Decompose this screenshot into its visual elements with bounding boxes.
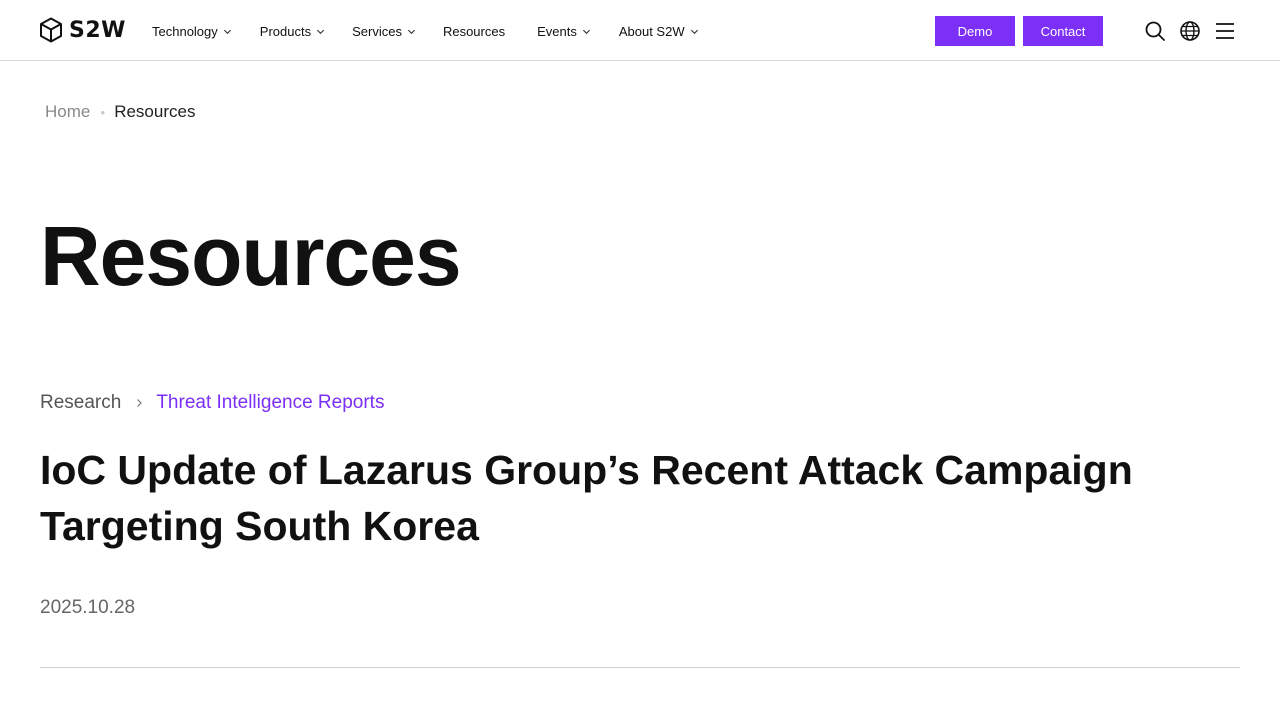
nav-item-services[interactable]: Services (352, 24, 416, 39)
chevron-right-icon (137, 399, 143, 407)
content-divider (40, 667, 1240, 668)
breadcrumb-separator-icon: ● (100, 107, 106, 117)
chevron-down-icon (582, 29, 590, 34)
category-research-link[interactable]: Research (40, 392, 121, 414)
search-icon[interactable] (1144, 20, 1166, 42)
nav-item-about[interactable]: About S2W (619, 24, 699, 39)
chevron-down-icon (690, 29, 698, 34)
demo-button[interactable]: Demo (935, 16, 1015, 46)
s2w-logo[interactable]: S2W (39, 16, 126, 44)
page-title: Resources (40, 209, 462, 303)
main-nav: Technology Products Services Resources E… (152, 20, 699, 42)
nav-item-label: Events (537, 23, 577, 39)
nav-item-products[interactable]: Products (260, 24, 325, 39)
nav-item-label: Services (352, 23, 402, 39)
nav-item-events[interactable]: Events (537, 24, 591, 39)
breadcrumb-home-link[interactable]: Home (45, 102, 90, 122)
category-threat-intel-link[interactable]: Threat Intelligence Reports (156, 392, 384, 414)
article-category-path: Research Threat Intelligence Reports (40, 391, 384, 415)
nav-item-resources[interactable]: Resources (443, 24, 505, 39)
globe-icon[interactable] (1179, 20, 1201, 42)
nav-item-technology[interactable]: Technology (152, 24, 232, 39)
chevron-down-icon (223, 29, 231, 34)
article-date: 2025.10.28 (40, 597, 136, 618)
breadcrumb: Home ● Resources (45, 101, 195, 123)
chevron-down-icon (317, 29, 325, 34)
logo-text: S2W (69, 17, 126, 43)
menu-icon[interactable] (1214, 20, 1236, 42)
chevron-down-icon (407, 29, 415, 34)
article-title: IoC Update of Lazarus Group’s Recent Att… (40, 447, 1133, 549)
nav-item-label: Products (259, 23, 312, 39)
breadcrumb-current: Resources (114, 102, 196, 121)
cube-logo-icon (40, 17, 62, 43)
site-header: S2W Technology Products Services Resourc… (0, 0, 1280, 61)
nav-item-label: Technology (152, 23, 218, 39)
nav-item-label: About S2W (618, 23, 685, 39)
contact-button[interactable]: Contact (1023, 16, 1103, 46)
nav-item-label: Resources (442, 23, 506, 39)
